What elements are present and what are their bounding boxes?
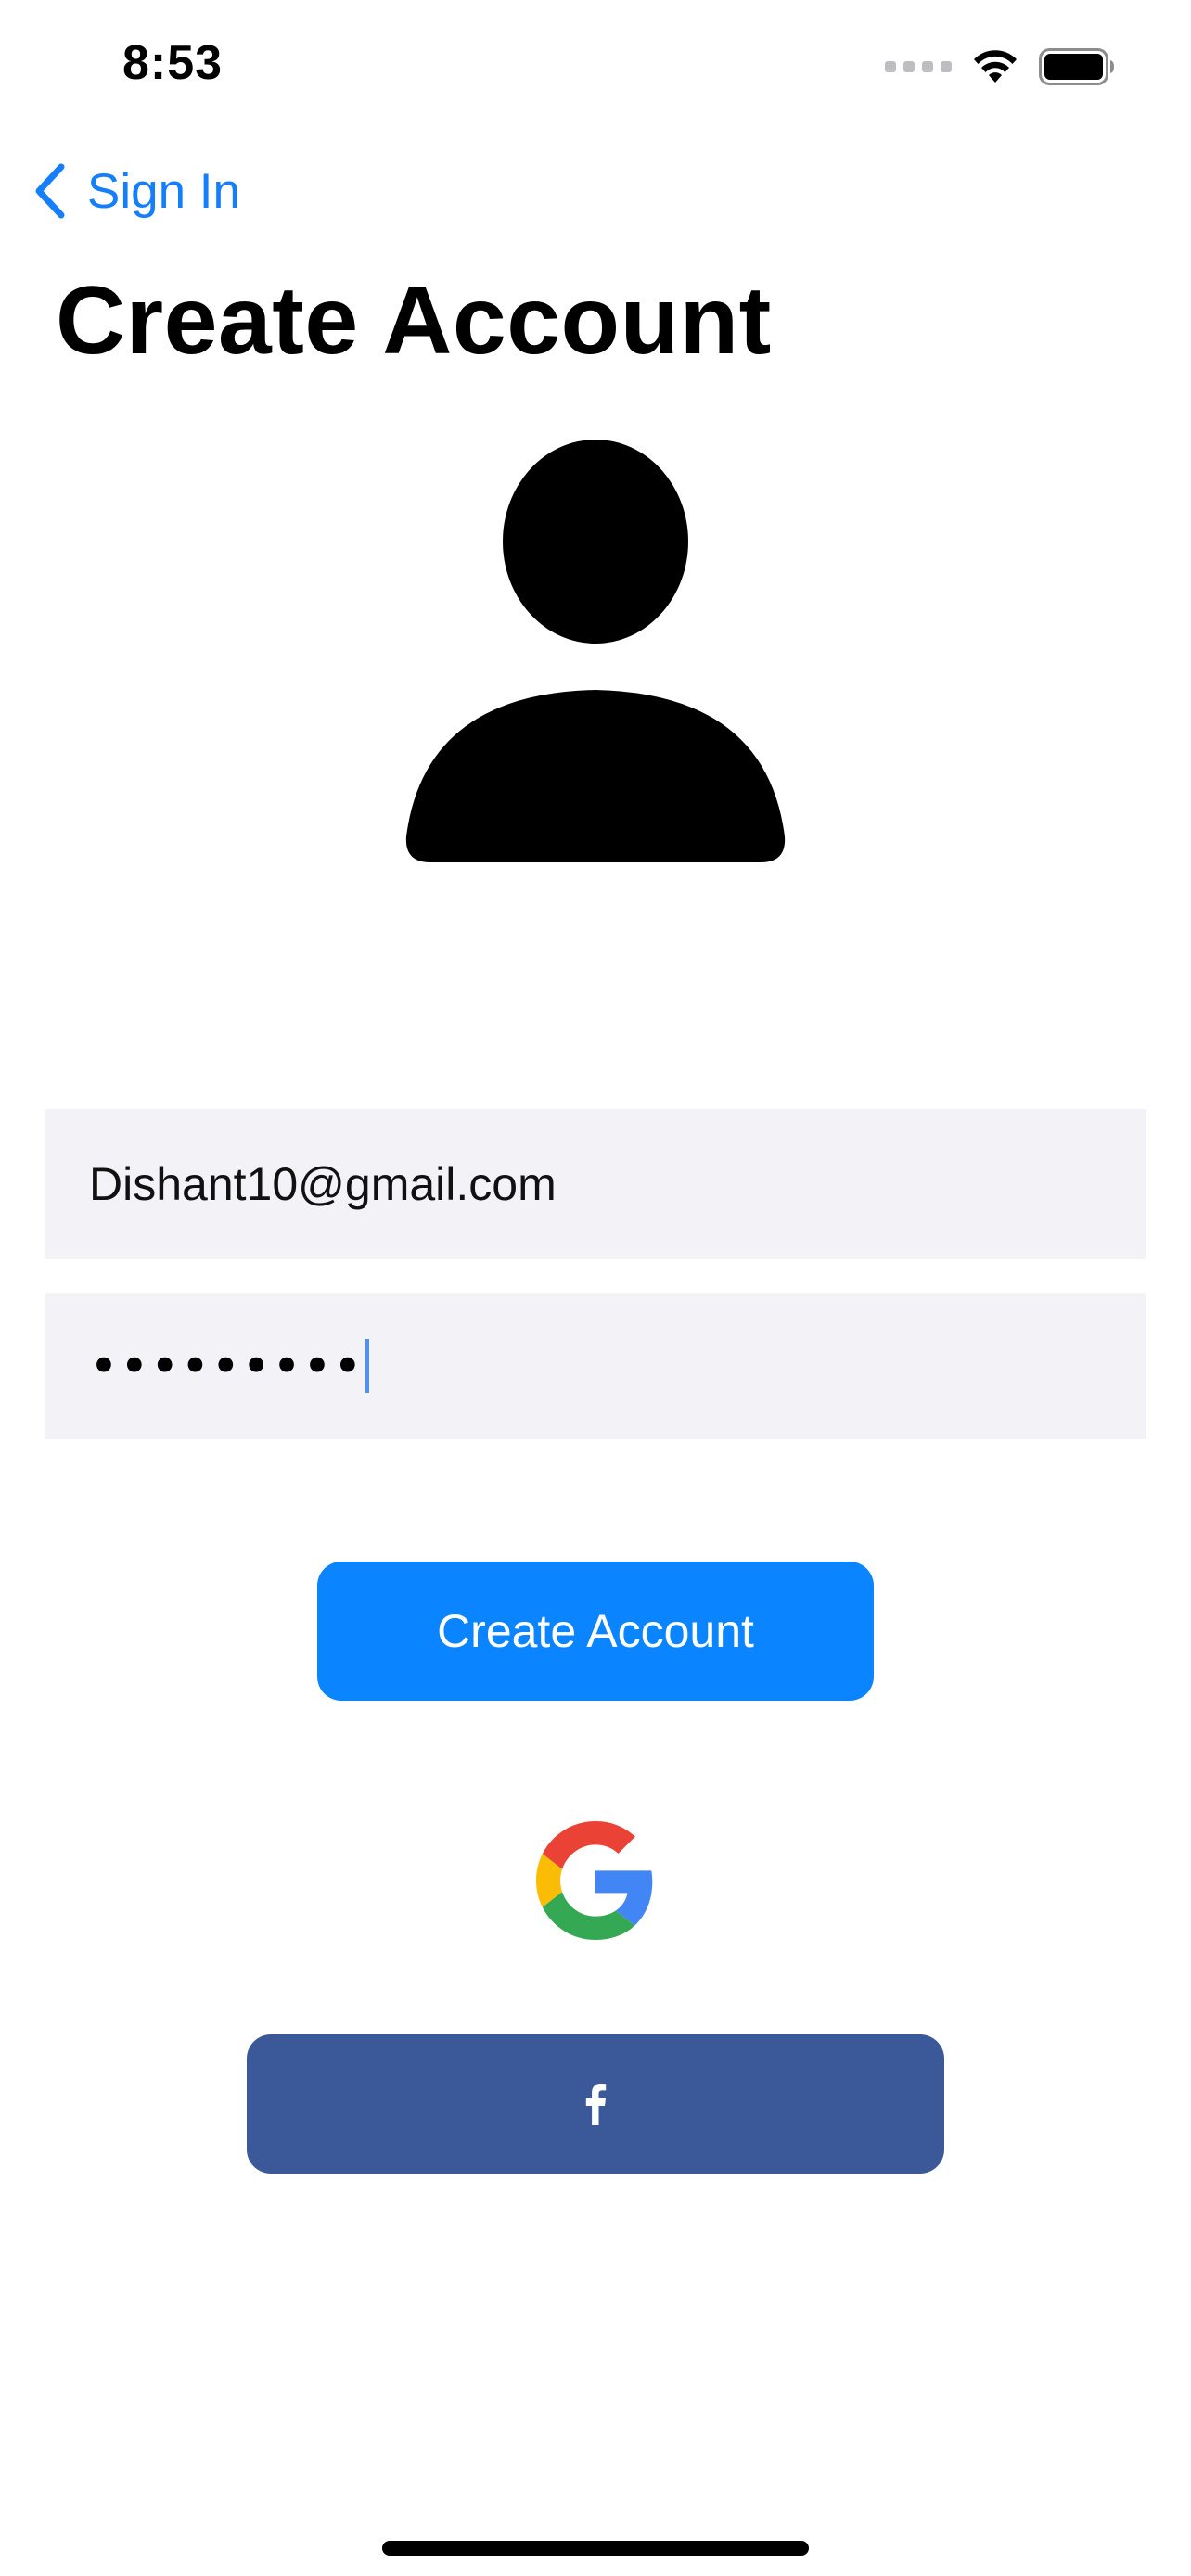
status-time: 8:53 bbox=[122, 36, 224, 90]
facebook-sign-in-button[interactable] bbox=[247, 2034, 944, 2174]
google-sign-in-button[interactable] bbox=[536, 1821, 655, 1940]
create-account-button[interactable]: Create Account bbox=[317, 1562, 874, 1701]
text-cursor bbox=[365, 1339, 369, 1393]
home-indicator bbox=[382, 2541, 809, 2556]
chevron-left-icon bbox=[35, 163, 65, 219]
google-logo-icon bbox=[536, 1821, 653, 1940]
page-title: Create Account bbox=[56, 267, 772, 375]
back-button[interactable]: Sign In bbox=[33, 161, 240, 221]
person-icon[interactable] bbox=[399, 440, 792, 862]
status-icons bbox=[885, 48, 1115, 85]
facebook-logo-icon bbox=[585, 2084, 607, 2125]
wifi-icon bbox=[974, 50, 1017, 83]
email-field-value: Dishant10@gmail.com bbox=[89, 1158, 557, 1210]
back-button-label: Sign In bbox=[87, 163, 241, 219]
password-field-value: ••••••••• bbox=[89, 1336, 364, 1396]
password-field[interactable]: ••••••••• bbox=[45, 1293, 1146, 1439]
cellular-signal-icon bbox=[885, 61, 952, 72]
battery-icon bbox=[1039, 48, 1114, 85]
email-field[interactable]: Dishant10@gmail.com bbox=[45, 1109, 1146, 1259]
